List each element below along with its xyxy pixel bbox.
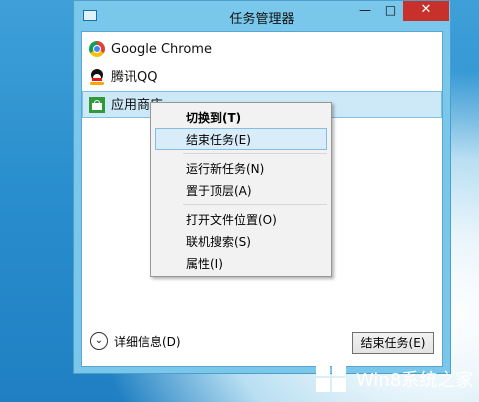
chrome-icon	[89, 41, 105, 57]
context-menu: 切换到(T) 结束任务(E) 运行新任务(N) 置于顶层(A) 打开文件位置(O…	[150, 102, 332, 277]
details-label: 详细信息(D)	[114, 335, 181, 349]
end-task-button[interactable]: 结束任务(E)	[352, 332, 434, 354]
qq-penguin-icon	[89, 69, 105, 85]
minimize-button[interactable]: —	[352, 1, 378, 21]
menu-item-open-file-location[interactable]: 打开文件位置(O)	[155, 208, 327, 230]
menu-item-switch-to[interactable]: 切换到(T)	[155, 106, 327, 128]
store-icon	[89, 97, 105, 113]
menu-item-run-new-task[interactable]: 运行新任务(N)	[155, 157, 327, 179]
menu-item-always-on-top[interactable]: 置于顶层(A)	[155, 179, 327, 201]
task-row-qq[interactable]: 腾讯QQ	[82, 63, 442, 90]
close-button[interactable]: ✕	[403, 1, 449, 21]
task-label: Google Chrome	[111, 42, 212, 57]
maximize-button[interactable]: □	[378, 1, 403, 21]
menu-separator	[183, 204, 327, 205]
task-row-chrome[interactable]: Google Chrome	[82, 35, 442, 62]
footer: ⌄ 详细信息(D) 结束任务(E)	[82, 324, 442, 364]
menu-item-search-online[interactable]: 联机搜索(S)	[155, 230, 327, 252]
menu-item-properties[interactable]: 属性(I)	[155, 252, 327, 274]
chevron-down-circle-icon: ⌄	[90, 332, 108, 350]
menu-item-end-task[interactable]: 结束任务(E)	[155, 128, 327, 150]
watermark-text: Win8系统之家	[356, 370, 474, 391]
task-label: 腾讯QQ	[111, 70, 158, 85]
menu-separator	[183, 153, 327, 154]
windows-logo-icon	[316, 362, 348, 394]
title-bar[interactable]: 任务管理器 — □ ✕	[74, 1, 450, 31]
